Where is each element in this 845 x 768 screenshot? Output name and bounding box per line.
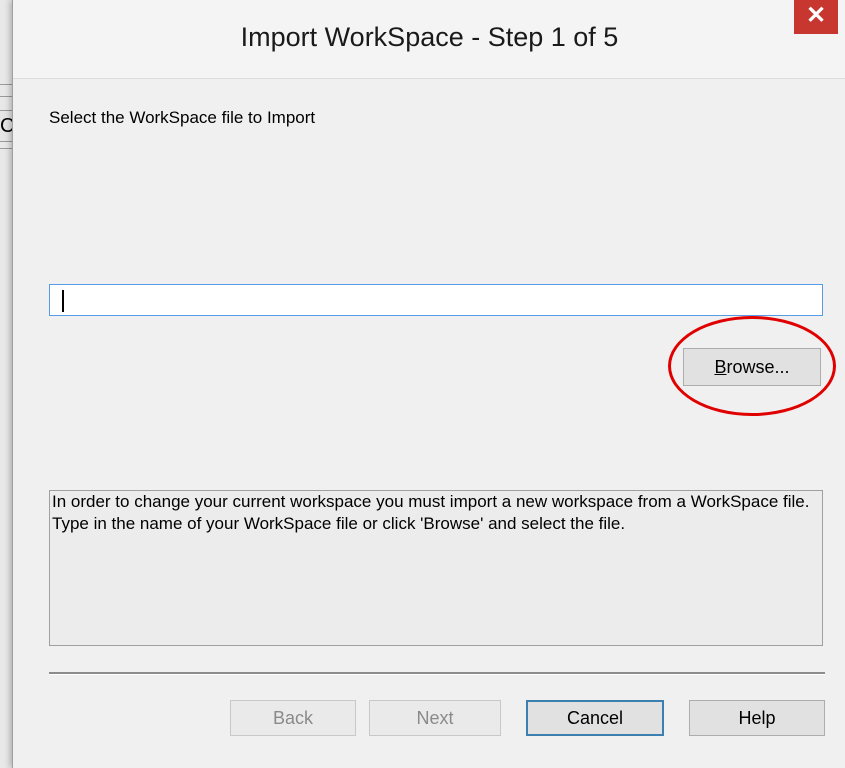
- close-icon: ✕: [805, 2, 827, 29]
- dialog-title: Import WorkSpace - Step 1 of 5: [240, 22, 619, 52]
- browse-button[interactable]: Browse...: [683, 348, 821, 386]
- button-separator: [49, 672, 825, 675]
- file-path-input[interactable]: [49, 284, 823, 316]
- instructions-box: In order to change your current workspac…: [49, 490, 823, 646]
- text-caret: [62, 290, 64, 312]
- title-bar: Import WorkSpace - Step 1 of 5 ✕: [13, 0, 845, 79]
- back-button[interactable]: Back: [230, 700, 356, 736]
- next-button[interactable]: Next: [369, 700, 501, 736]
- import-workspace-dialog: Import WorkSpace - Step 1 of 5 ✕ Select …: [12, 0, 845, 768]
- browse-button-label: rowse...: [726, 357, 790, 377]
- cancel-button[interactable]: Cancel: [526, 700, 664, 736]
- browse-mnemonic: B: [714, 357, 727, 377]
- help-button[interactable]: Help: [689, 700, 825, 736]
- file-prompt-label: Select the WorkSpace file to Import: [49, 108, 316, 127]
- close-button[interactable]: ✕: [794, 0, 838, 34]
